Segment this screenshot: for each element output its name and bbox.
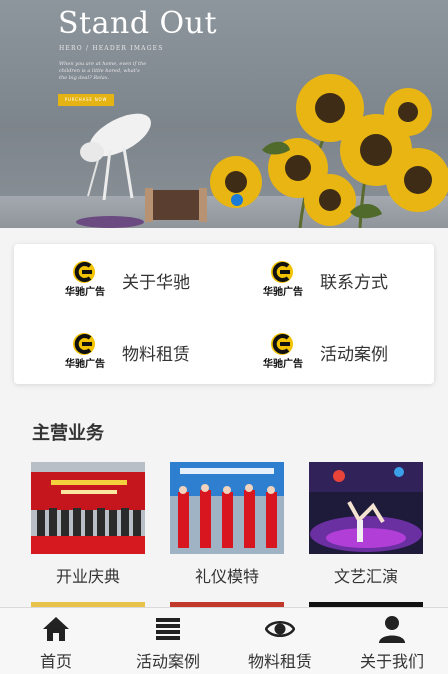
list-icon (156, 618, 180, 640)
section-title-main-business: 主营业务 (32, 423, 104, 444)
purchase-button[interactable]: PURCHASE NOW (58, 94, 114, 106)
user-icon (379, 616, 405, 643)
quick-nav-cases[interactable]: 华驰广告 活动案例 (258, 324, 388, 380)
tab-about[interactable]: 关于我们 (336, 608, 448, 674)
quick-nav-card: 华驰广告 关于华驰 华驰广告 联系方式 华驰广告 物料租赁 华驰广告 活动案例 (14, 244, 434, 384)
quick-nav-label: 联系方式 (320, 272, 388, 293)
hero-title: Stand Out (58, 6, 218, 41)
quick-nav-label: 物料租赁 (122, 344, 190, 365)
business-card-opening[interactable]: 开业庆典 (31, 462, 145, 587)
svg-text:华驰广告: 华驰广告 (263, 357, 303, 370)
etiquette-models-photo (170, 462, 284, 554)
huachi-logo-icon: 华驰广告 (263, 333, 303, 370)
hero-body-text: When you are at home, even if the childr… (59, 61, 147, 81)
quick-nav-rental[interactable]: 华驰广告 物料租赁 (60, 324, 190, 380)
hero-banner[interactable]: Stand Out HERO / HEADER IMAGES When you … (0, 0, 448, 228)
bottom-tab-bar: 首页 活动案例 物料租赁 关于我们 (0, 607, 448, 674)
business-card-etiquette[interactable]: 礼仪模特 (170, 462, 284, 587)
opening-ceremony-photo (31, 462, 145, 554)
hero-subtitle: HERO / HEADER IMAGES (59, 45, 164, 52)
tab-label: 活动案例 (135, 652, 200, 671)
business-caption: 开业庆典 (55, 567, 120, 586)
tab-rental[interactable]: 物料租赁 (224, 608, 336, 674)
tab-label: 关于我们 (359, 652, 424, 671)
quick-nav-about[interactable]: 华驰广告 关于华驰 (60, 252, 190, 308)
svg-text:华驰广告: 华驰广告 (65, 285, 105, 298)
svg-text:华驰广告: 华驰广告 (263, 285, 303, 298)
tab-label: 首页 (39, 652, 72, 671)
tab-home[interactable]: 首页 (0, 608, 112, 674)
huachi-logo-icon: 华驰广告 (65, 261, 105, 298)
huachi-logo-icon: 华驰广告 (263, 261, 303, 298)
svg-text:华驰广告: 华驰广告 (65, 357, 105, 370)
tab-cases[interactable]: 活动案例 (112, 608, 224, 674)
quick-nav-contact[interactable]: 华驰广告 联系方式 (258, 252, 388, 308)
business-caption: 文艺汇演 (333, 567, 398, 586)
business-caption: 礼仪模特 (194, 567, 259, 586)
home-icon (43, 617, 69, 641)
huachi-logo-icon: 华驰广告 (65, 333, 105, 370)
slide-indicator[interactable] (231, 194, 243, 206)
quick-nav-label: 活动案例 (320, 344, 388, 365)
business-card-performance[interactable]: 文艺汇演 (309, 462, 423, 587)
eye-icon (265, 621, 295, 637)
tab-label: 物料租赁 (247, 652, 312, 671)
performance-photo (309, 462, 423, 554)
quick-nav-label: 关于华驰 (122, 272, 190, 293)
